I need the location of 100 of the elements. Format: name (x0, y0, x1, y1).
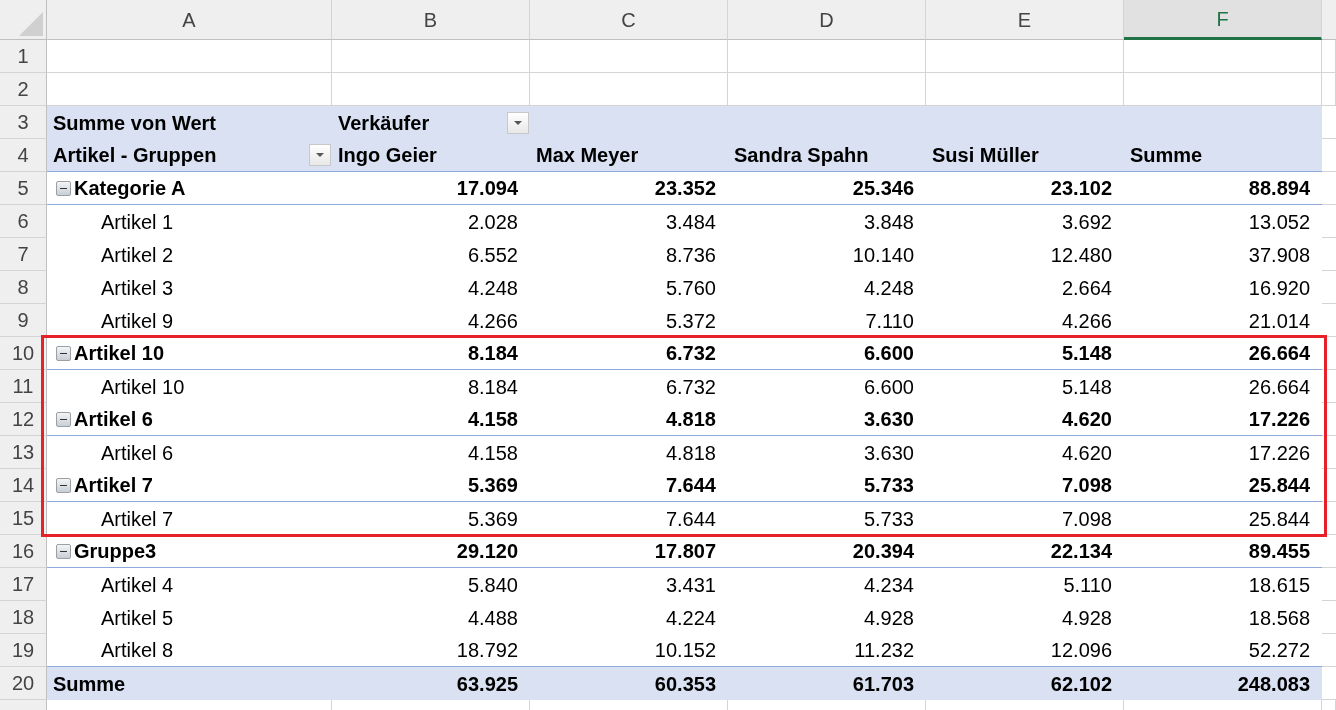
row-number[interactable]: 6 (0, 205, 47, 238)
column-label: Max Meyer (530, 139, 728, 172)
table-cell-text: 5.369 (467, 473, 518, 498)
table-cell-text: 3.692 (1061, 209, 1112, 235)
item-label: Artikel 7 (101, 506, 174, 532)
table-cell-text: 4.158 (467, 407, 518, 432)
collapse-button[interactable] (56, 411, 71, 427)
row-number[interactable]: 17 (0, 568, 47, 601)
table-cell-text: 18.568 (1248, 605, 1310, 631)
table-cell-text: 17.226 (1248, 407, 1310, 432)
collapse-button[interactable] (56, 477, 71, 493)
row-number[interactable]: 4 (0, 139, 47, 172)
table-cell-text: 20.394 (852, 539, 914, 564)
group-label: Artikel 7 (74, 473, 153, 498)
item-label: Artikel 3 (101, 275, 174, 301)
column-label: Susi Müller (926, 139, 1124, 172)
table-cell-text: 5.760 (665, 275, 716, 301)
filter-dropdown-button[interactable] (309, 144, 331, 166)
table-cell-text: 10.152 (654, 638, 716, 663)
table-cell-text: 3.630 (863, 407, 914, 432)
table-cell-text: 2.028 (467, 209, 518, 235)
table-cell-text: 21.014 (1248, 308, 1310, 334)
table-cell-text: 25.844 (1248, 473, 1310, 498)
table-cell-text: 4.248 (863, 275, 914, 301)
row-number[interactable]: 20 (0, 667, 47, 700)
item-label: Artikel 1 (101, 209, 174, 235)
group-label: Kategorie A (74, 176, 186, 201)
table-cell-text: 3.431 (665, 572, 716, 598)
table-cell-text: 5.148 (1061, 341, 1112, 366)
table-cell-text: 37.908 (1248, 242, 1310, 268)
column-label: Summe (1124, 139, 1322, 172)
table-cell-text: 5.372 (665, 308, 716, 334)
table-cell-text: 17.807 (654, 539, 716, 564)
table-cell-text: 4.248 (467, 275, 518, 301)
row-number[interactable]: 18 (0, 601, 47, 634)
table-cell-text: 6.732 (665, 374, 716, 400)
group-label: Gruppe3 (74, 539, 157, 564)
table-cell-text: 3.484 (665, 209, 716, 235)
row-number[interactable]: 14 (0, 469, 47, 502)
table-cell-text: 26.664 (1248, 341, 1310, 366)
collapse-button[interactable] (56, 180, 71, 196)
collapse-button[interactable] (56, 543, 71, 559)
table-cell-text: 63.925 (456, 671, 518, 697)
row-number[interactable]: 1 (0, 40, 47, 73)
table-cell-text: 7.110 (865, 308, 914, 334)
group-label: Artikel 6 (74, 407, 153, 432)
row-number[interactable]: 19 (0, 634, 47, 667)
table-cell-text: 4.818 (665, 407, 716, 432)
table-cell-text: 7.644 (665, 473, 716, 498)
column-header[interactable]: B (332, 0, 530, 40)
total-label: Summe (53, 671, 126, 697)
row-number[interactable]: 8 (0, 271, 47, 304)
column-header[interactable]: A (47, 0, 332, 40)
row-number[interactable]: 16 (0, 535, 47, 568)
table-cell-text: 89.455 (1248, 539, 1310, 564)
table-cell-text: 17.226 (1248, 440, 1310, 466)
table-cell-text: 6.732 (665, 341, 716, 366)
item-label: Artikel 5 (101, 605, 174, 631)
table-cell-text: 18.615 (1248, 572, 1310, 598)
row-number[interactable]: 15 (0, 502, 47, 535)
filter-dropdown-button[interactable] (507, 111, 529, 134)
table-cell-text: 25.844 (1248, 506, 1310, 532)
table-cell-text: 12.480 (1050, 242, 1112, 268)
table-cell-text: 23.352 (654, 176, 716, 201)
table-cell-text: 5.733 (863, 473, 914, 498)
table-cell-text: 8.184 (467, 374, 518, 400)
collapse-button[interactable] (56, 345, 71, 361)
item-label: Artikel 10 (101, 374, 185, 400)
column-header[interactable]: F (1124, 0, 1322, 40)
table-cell-text: 7.098 (1061, 506, 1112, 532)
caret-icon (513, 119, 523, 126)
table-cell-text: 16.920 (1248, 275, 1310, 301)
table-cell-text: 62.102 (1050, 671, 1112, 697)
table-cell-text: 60.353 (654, 671, 716, 697)
table-cell-text: 10.140 (852, 242, 914, 268)
item-label: Artikel 9 (101, 308, 174, 334)
row-number[interactable]: 13 (0, 436, 47, 469)
row-number[interactable]: 5 (0, 172, 47, 205)
column-label: Ingo Geier (332, 139, 530, 172)
table-cell-text: 17.094 (456, 176, 518, 201)
table-cell-text: 6.600 (863, 374, 914, 400)
table-cell-text: 4.488 (467, 605, 518, 631)
table-cell-text: 26.664 (1248, 374, 1310, 400)
row-number[interactable]: 7 (0, 238, 47, 271)
column-header[interactable]: D (728, 0, 926, 40)
column-header[interactable]: C (530, 0, 728, 40)
table-cell-text: 5.733 (863, 506, 914, 532)
empty-cell (1322, 40, 1336, 73)
row-number[interactable]: 10 (0, 337, 47, 370)
row-number[interactable]: 9 (0, 304, 47, 337)
table-cell-text: 29.120 (456, 539, 518, 564)
item-label: Artikel 2 (101, 242, 174, 268)
caret-icon (315, 152, 325, 158)
row-number[interactable]: 11 (0, 370, 47, 403)
row-number[interactable]: 2 (0, 73, 47, 106)
table-cell-text: 61.703 (852, 671, 914, 697)
table-cell-text: 13.052 (1248, 209, 1310, 235)
row-number[interactable]: 12 (0, 403, 47, 436)
row-number[interactable]: 3 (0, 106, 47, 139)
table-cell-text: 4.620 (1061, 407, 1112, 432)
